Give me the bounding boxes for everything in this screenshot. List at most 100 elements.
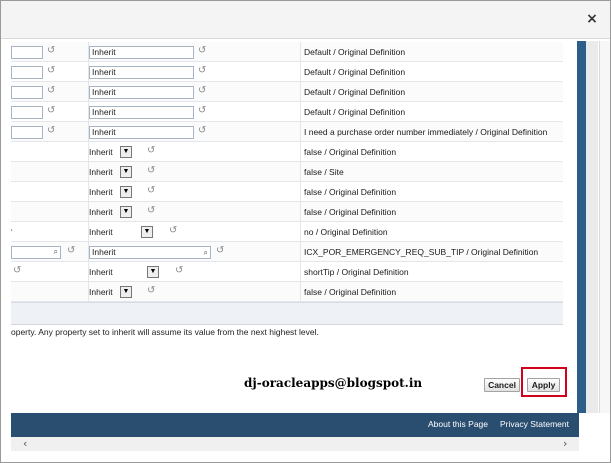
- prev-level-input[interactable]: [11, 66, 43, 79]
- revert-icon[interactable]: ↺: [198, 65, 206, 76]
- outer-scroll-track: [586, 41, 598, 413]
- value-input[interactable]: Inherit: [89, 66, 194, 79]
- value-select[interactable]: Inherit ▼: [89, 186, 132, 199]
- value-select[interactable]: Inherit ▼: [89, 146, 132, 159]
- personalization-dialog: × ↺ Inherit ↺ Default / Original Definit…: [0, 0, 611, 463]
- revert-icon[interactable]: ↺: [198, 125, 206, 136]
- value-cell: Inherit ▼ ↺: [89, 202, 301, 222]
- revert-icon[interactable]: ↺: [47, 125, 55, 136]
- dialog-titlebar: ×: [1, 1, 610, 39]
- table-row: Inherit ▼ ↺ false / Original Definition: [11, 142, 563, 162]
- about-page-link[interactable]: About this Page: [428, 419, 488, 429]
- revert-icon[interactable]: ↺: [175, 265, 183, 276]
- value-select[interactable]: Inherit ▼: [89, 286, 132, 299]
- apply-button[interactable]: Apply: [527, 378, 560, 392]
- chevron-down-icon[interactable]: ▼: [120, 206, 132, 218]
- revert-icon[interactable]: ↺: [147, 285, 155, 296]
- value-lov-input[interactable]: Inherit ⌕: [89, 246, 211, 259]
- vertical-scrollbar-thumb[interactable]: [577, 41, 586, 413]
- value-cell: Inherit ▼ ↺: [89, 142, 301, 162]
- value-select-label: Inherit: [89, 187, 113, 197]
- revert-icon[interactable]: ›: [11, 225, 13, 236]
- chevron-right-icon[interactable]: ›: [563, 437, 567, 450]
- close-icon[interactable]: ×: [584, 11, 600, 27]
- definition-text: false / Original Definition: [304, 147, 397, 157]
- revert-icon[interactable]: ↺: [47, 85, 55, 96]
- chevron-down-icon[interactable]: ▼: [120, 166, 132, 178]
- definition-text: shortTip / Original Definition: [304, 267, 409, 277]
- prev-level-cell: [11, 202, 89, 222]
- table-row: ↺ Inherit ↺ Default / Original Definitio…: [11, 82, 563, 102]
- value-select[interactable]: Inherit ▼: [89, 206, 132, 219]
- privacy-statement-link[interactable]: Privacy Statement: [500, 419, 569, 429]
- table-row: ↺ Inherit ↺ Default / Original Definitio…: [11, 102, 563, 122]
- definition-text: no / Original Definition: [304, 227, 388, 237]
- value-select[interactable]: Inherit ▼: [89, 166, 132, 179]
- prev-level-input[interactable]: [11, 106, 43, 119]
- revert-icon[interactable]: ↺: [47, 45, 55, 56]
- inherit-footnote: operty. Any property set to inherit will…: [11, 327, 319, 337]
- chevron-down-icon[interactable]: ▼: [141, 226, 153, 238]
- chevron-left-icon[interactable]: ‹: [23, 437, 27, 450]
- revert-icon[interactable]: ↺: [147, 205, 155, 216]
- page-footer: About this Page Privacy Statement: [11, 413, 579, 437]
- revert-icon[interactable]: ↺: [13, 265, 21, 276]
- table-row: ↺ Inherit ↺ Default / Original Definitio…: [11, 42, 563, 62]
- revert-icon[interactable]: ↺: [47, 105, 55, 116]
- search-icon[interactable]: ⌕: [204, 247, 208, 258]
- table-row: ⌕ ↺ Inherit ⌕ ↺ ICX_POR_EMERGENCY_REQ_SU…: [11, 242, 563, 262]
- chevron-down-icon[interactable]: ▼: [120, 286, 132, 298]
- cancel-button[interactable]: Cancel: [484, 378, 520, 392]
- value-cell: Inherit ↺: [89, 122, 301, 142]
- revert-icon[interactable]: ↺: [198, 105, 206, 116]
- prev-level-cell: ⌕ ↺: [11, 242, 89, 262]
- prev-level-cell: [11, 282, 89, 302]
- revert-icon[interactable]: ↺: [198, 45, 206, 56]
- definition-text: false / Original Definition: [304, 187, 397, 197]
- dialog-content: ↺ Inherit ↺ Default / Original Definitio…: [1, 39, 577, 411]
- horizontal-scrollbar[interactable]: ‹ ›: [11, 437, 579, 451]
- chevron-down-icon[interactable]: ▼: [120, 186, 132, 198]
- table-row: ↺ Inherit ↺ Default / Original Definitio…: [11, 62, 563, 82]
- revert-icon[interactable]: ↺: [147, 165, 155, 176]
- prev-level-cell: [11, 142, 89, 162]
- definition-text: Default / Original Definition: [304, 67, 406, 77]
- chevron-down-icon[interactable]: ▼: [147, 266, 159, 278]
- value-select-label: Inherit: [89, 227, 113, 237]
- revert-icon[interactable]: ↺: [67, 245, 75, 256]
- value-select-label: Inherit: [89, 207, 113, 217]
- value-select-label: Inherit: [89, 167, 113, 177]
- revert-icon[interactable]: ↺: [147, 145, 155, 156]
- value-select[interactable]: Inherit ▼: [89, 266, 159, 279]
- definition-text: false / Site: [304, 167, 344, 177]
- revert-icon[interactable]: ↺: [198, 85, 206, 96]
- prev-level-cell: ↺: [11, 102, 89, 122]
- prev-level-cell: ↺: [11, 82, 89, 102]
- value-cell: Inherit ▼ ↺: [89, 282, 301, 302]
- prev-level-cell: [11, 182, 89, 202]
- value-select[interactable]: Inherit ▼: [89, 226, 153, 239]
- prev-level-input[interactable]: [11, 126, 43, 139]
- table-row: ↺ Inherit ▼ ↺ shortTip / Original Defini…: [11, 262, 563, 282]
- revert-icon[interactable]: ↺: [216, 245, 224, 256]
- vertical-scrollbar[interactable]: [577, 41, 586, 413]
- definition-text: false / Original Definition: [304, 287, 397, 297]
- value-cell: Inherit ↺: [89, 42, 301, 62]
- prev-level-input[interactable]: [11, 46, 43, 59]
- chevron-down-icon[interactable]: ▼: [120, 146, 132, 158]
- prev-level-lov-input[interactable]: ⌕: [11, 246, 61, 259]
- definition-text: ICX_POR_EMERGENCY_REQ_SUB_TIP / Original…: [304, 247, 539, 257]
- table-row: Inherit ▼ ↺ false / Original Definition: [11, 182, 563, 202]
- value-input[interactable]: Inherit: [89, 86, 194, 99]
- search-icon[interactable]: ⌕: [54, 247, 58, 257]
- value-input[interactable]: Inherit: [89, 126, 194, 139]
- revert-icon[interactable]: ↺: [169, 225, 177, 236]
- definition-text: false / Original Definition: [304, 207, 397, 217]
- revert-icon[interactable]: ↺: [47, 65, 55, 76]
- value-input[interactable]: Inherit: [89, 106, 194, 119]
- prev-level-input[interactable]: [11, 86, 43, 99]
- value-input[interactable]: Inherit: [89, 46, 194, 59]
- outer-scrollbar[interactable]: [599, 41, 610, 413]
- revert-icon[interactable]: ↺: [147, 185, 155, 196]
- value-lov-label: Inherit: [92, 247, 116, 257]
